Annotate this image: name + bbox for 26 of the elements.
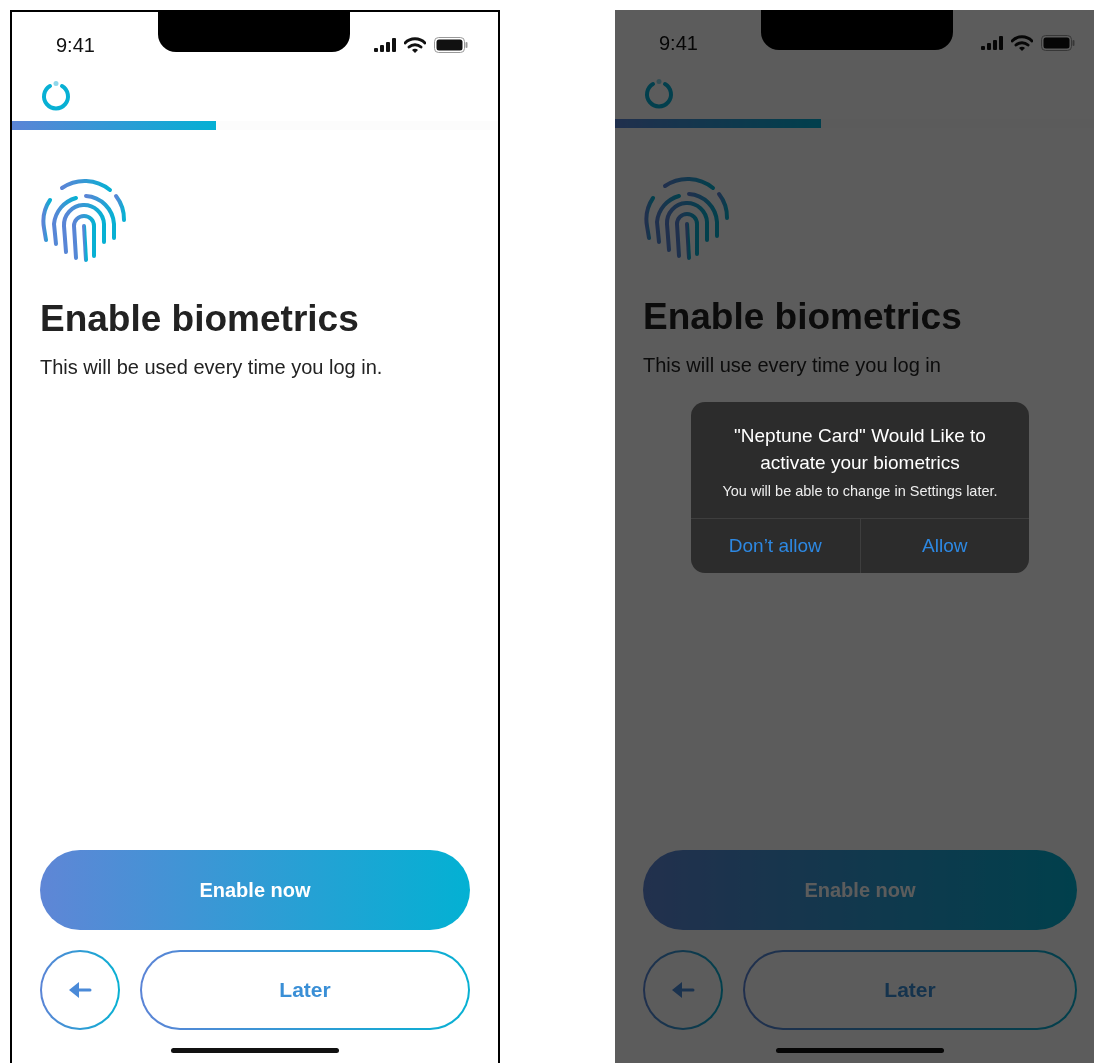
wifi-icon <box>404 37 426 53</box>
wifi-icon <box>1011 35 1033 51</box>
left-arrow-icon <box>68 981 92 999</box>
status-time: 9:41 <box>56 33 95 57</box>
status-time: 9:41 <box>659 31 698 55</box>
screen-subtitle: This will use every time you log in <box>643 354 942 377</box>
enable-now-button[interactable]: Enable now <box>40 850 470 930</box>
spinner-icon <box>40 80 72 112</box>
alert-button[interactable]: Don’t allow <box>691 519 860 573</box>
signal-icon <box>374 38 396 52</box>
fingerprint-icon <box>40 178 128 262</box>
battery-icon <box>434 37 468 53</box>
left-arrow-icon <box>671 981 695 999</box>
screen-subtitle: This will be used every time you log in. <box>40 356 384 379</box>
alert-button[interactable]: Allow <box>859 519 1029 573</box>
later-button[interactable]: Later <box>140 950 470 1030</box>
screen-title: Enable biometrics <box>40 298 360 340</box>
screen-title: Enable biometrics <box>643 296 963 338</box>
alert-message: You will be able to change in Settings later. <box>721 482 999 501</box>
signal-icon <box>981 36 1003 50</box>
fingerprint-icon <box>643 176 731 260</box>
spinner-icon <box>643 78 675 110</box>
enable-now-button[interactable]: Enable now <box>643 850 1077 930</box>
battery-icon <box>1041 35 1075 51</box>
alert-title: "Neptune Card" Would Like to activate your biometrics <box>733 424 987 475</box>
later-button[interactable]: Later <box>743 950 1077 1030</box>
